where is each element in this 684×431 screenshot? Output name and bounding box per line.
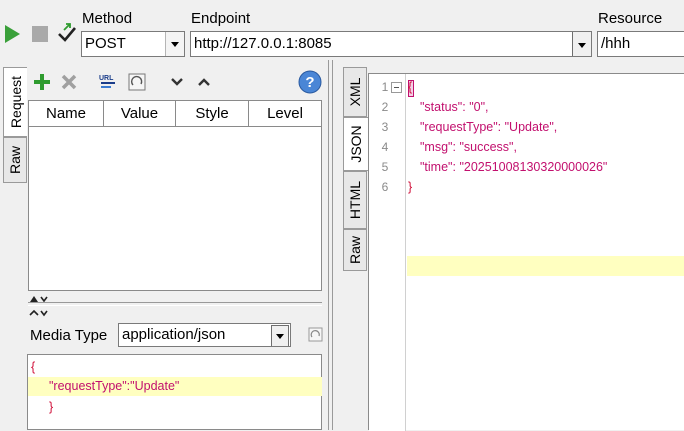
highlight-band [407, 256, 684, 276]
method-value: POST [85, 35, 126, 52]
format-button[interactable] [308, 327, 324, 343]
json-line: "requestType":"Update" [49, 379, 179, 393]
sheet-icon [128, 73, 146, 91]
line-number: 6 [381, 180, 389, 194]
resource-input[interactable]: /hhh [597, 31, 684, 57]
media-type-value: application/json [122, 326, 226, 343]
stop-button[interactable] [31, 25, 49, 43]
splitter-divider[interactable] [28, 302, 322, 306]
tab-raw-response-label: Raw [347, 235, 363, 265]
stop-icon [32, 26, 48, 42]
collapse-params-toggle[interactable] [29, 291, 53, 303]
tab-xml[interactable]: XML [343, 67, 367, 117]
help-icon: ? [298, 70, 322, 94]
json-line-msg: "msg": "success", [420, 140, 517, 154]
media-type-select[interactable]: application/json [118, 323, 291, 347]
format-icon [308, 327, 323, 342]
chevron-down-icon[interactable] [271, 325, 289, 346]
resource-value: /hhh [601, 35, 631, 52]
line-number: 3 [381, 120, 389, 134]
column-header-level[interactable]: Level [249, 101, 321, 127]
tab-raw-response[interactable]: Raw [343, 229, 367, 271]
help-button[interactable]: ? [298, 70, 322, 94]
url-button[interactable]: URL [98, 72, 120, 92]
play-icon [5, 25, 20, 43]
column-header-name[interactable]: Name [29, 101, 104, 127]
json-open-brace: { [408, 80, 413, 94]
delete-param-button[interactable] [59, 72, 79, 92]
endpoint-label: Endpoint [191, 10, 251, 27]
chevron-down-icon[interactable] [165, 32, 184, 56]
endpoint-value: http://127.0.0.1:8085 [194, 35, 332, 52]
response-body-editor[interactable]: 1 2 3 4 5 6 { "status": "0", "requestTyp… [368, 73, 684, 431]
line-number: 4 [381, 140, 389, 154]
method-select[interactable]: POST [81, 31, 185, 57]
panel-splitter[interactable] [326, 60, 336, 430]
tab-json-label: JSON [348, 125, 364, 163]
settings-button[interactable] [56, 22, 78, 46]
expand-params-toggle[interactable] [29, 305, 53, 317]
chevron-down-icon[interactable] [572, 32, 591, 56]
json-key: "requestType" [420, 120, 498, 134]
line-gutter: 1 2 3 4 5 6 [369, 74, 406, 431]
json-value: "Update", [504, 120, 558, 134]
x-icon [61, 74, 77, 90]
chevron-down-icon [171, 78, 183, 86]
svg-text:?: ? [305, 74, 314, 91]
fold-toggle[interactable] [391, 82, 402, 93]
endpoint-input[interactable]: http://127.0.0.1:8085 [190, 31, 592, 57]
json-close-brace: } [408, 180, 413, 194]
check-arrow-icon [58, 23, 76, 42]
tab-json[interactable]: JSON [343, 117, 368, 171]
column-header-style[interactable]: Style [176, 101, 249, 127]
tab-html[interactable]: HTML [343, 171, 367, 229]
tab-xml-label: XML [347, 77, 363, 107]
json-line-time: "time": "20251008130320000026" [420, 160, 608, 174]
line-number: 2 [381, 100, 389, 114]
run-button[interactable] [2, 22, 22, 46]
json-open-brace: { [31, 360, 36, 374]
tab-request-label: Request [7, 75, 24, 129]
add-param-button[interactable] [32, 72, 52, 92]
tab-raw-request[interactable]: Raw [3, 137, 27, 183]
expand-arrows-icon [29, 309, 48, 317]
json-value: "20251008130320000026" [459, 160, 608, 174]
json-value: "success", [459, 140, 517, 154]
properties-button[interactable] [127, 72, 147, 92]
svg-text:URL: URL [99, 75, 114, 82]
tab-html-label: HTML [347, 180, 363, 220]
json-value: "0", [469, 100, 489, 114]
chevron-up-icon [198, 78, 210, 86]
json-key: "time" [420, 160, 453, 174]
line-number: 1 [381, 80, 389, 94]
json-line-status: "status": "0", [420, 100, 489, 114]
json-line-request-type: "requestType": "Update", [420, 120, 558, 134]
line-number: 5 [381, 160, 389, 174]
url-icon: URL [99, 75, 115, 88]
method-label: Method [82, 10, 133, 27]
request-body-editor[interactable]: { "requestType":"Update" } [27, 354, 322, 430]
column-header-value[interactable]: Value [104, 101, 176, 127]
plus-icon [34, 74, 50, 90]
resource-label: Resource [598, 10, 663, 27]
move-up-button[interactable] [197, 74, 211, 90]
json-value: "Update" [130, 379, 180, 393]
tab-raw-request-label: Raw [7, 145, 23, 175]
json-key: "requestType" [49, 379, 127, 393]
move-down-button[interactable] [170, 74, 184, 90]
json-key: "msg" [420, 140, 453, 154]
json-close-brace: } [49, 400, 54, 414]
params-table[interactable]: Name Value Style Level [28, 100, 322, 291]
tab-request[interactable]: Request [3, 67, 27, 137]
media-type-label: Media Type [30, 327, 108, 344]
json-key: "status" [420, 100, 463, 114]
